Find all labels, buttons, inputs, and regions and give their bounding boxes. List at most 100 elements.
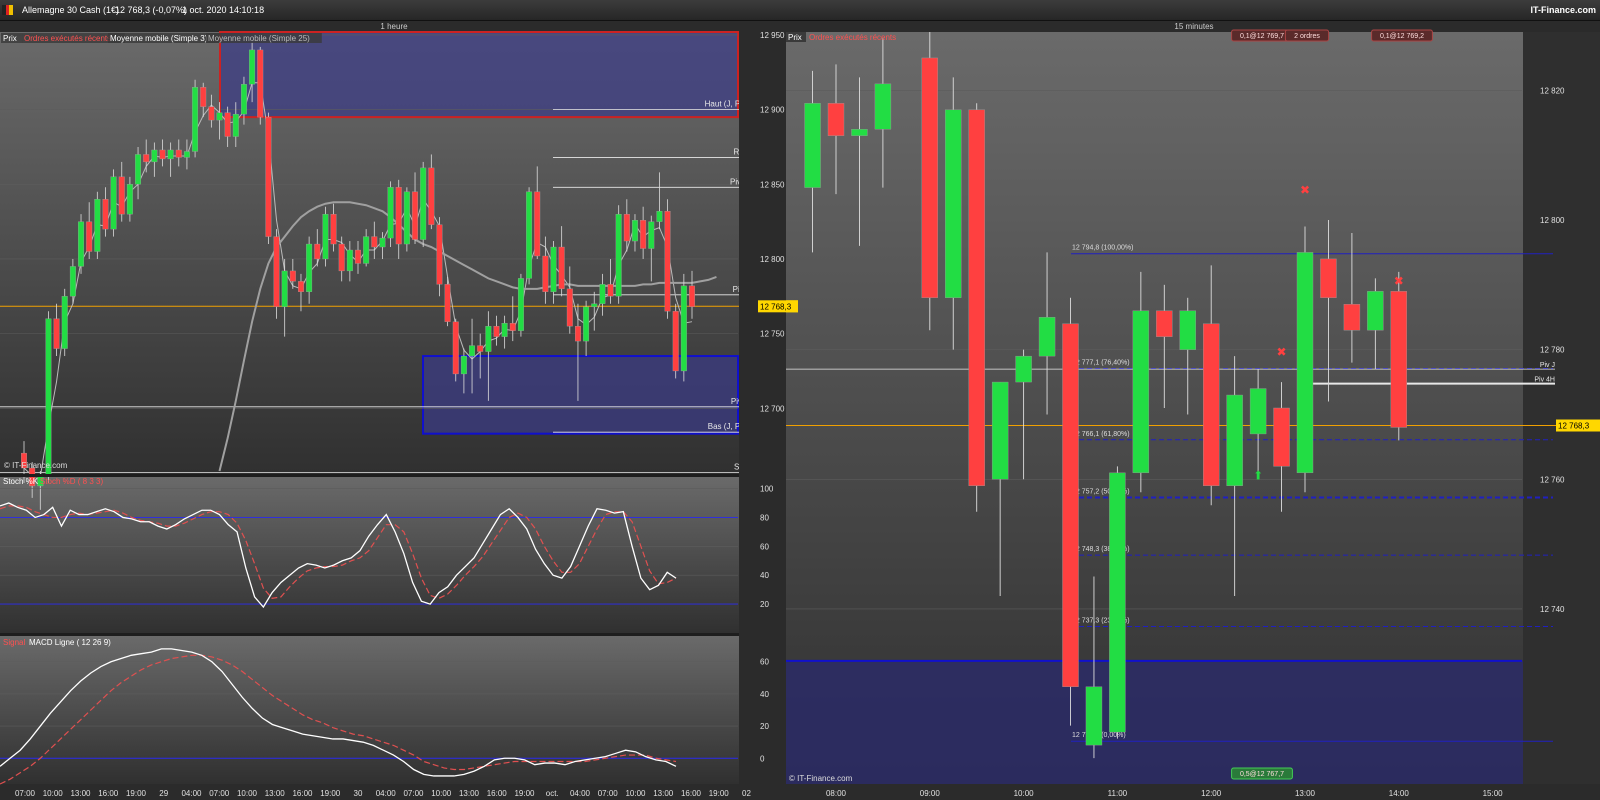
- candle-up[interactable]: [680, 285, 687, 372]
- candle-up[interactable]: [945, 109, 962, 298]
- candle-up[interactable]: [322, 214, 329, 260]
- candle-up[interactable]: [69, 266, 76, 297]
- candle-up[interactable]: [241, 84, 247, 115]
- candle-down[interactable]: [827, 103, 845, 136]
- candle-up[interactable]: [1085, 686, 1103, 746]
- candle-up[interactable]: [1109, 472, 1126, 733]
- candle-up[interactable]: [526, 191, 533, 279]
- candle-up[interactable]: [126, 184, 133, 215]
- candle-down[interactable]: [257, 49, 264, 118]
- candle-up[interactable]: [387, 187, 394, 239]
- candle-up[interactable]: [216, 112, 223, 121]
- candle-up[interactable]: [874, 83, 892, 130]
- price-zone[interactable]: [422, 355, 739, 435]
- candle-down[interactable]: [689, 285, 695, 307]
- candle-down[interactable]: [968, 109, 985, 486]
- candle-up[interactable]: [599, 284, 606, 304]
- candle-down[interactable]: [566, 288, 573, 327]
- candle-down[interactable]: [200, 87, 207, 107]
- candle-down[interactable]: [371, 236, 378, 248]
- candle-up[interactable]: [632, 219, 638, 242]
- candle-down[interactable]: [1390, 291, 1408, 428]
- candle-up[interactable]: [804, 103, 821, 188]
- trading-charts[interactable]: 1 heure 15 minutes 12 950 12 900 12 850 12 80…: [0, 20, 1600, 800]
- candle-up[interactable]: [469, 345, 475, 357]
- candle-up[interactable]: [1132, 310, 1150, 474]
- candle-down[interactable]: [289, 270, 296, 282]
- candle-down[interactable]: [338, 243, 345, 272]
- candle-up[interactable]: [501, 323, 508, 337]
- candle-up[interactable]: [615, 214, 622, 297]
- candle-down[interactable]: [175, 149, 182, 158]
- candle-up[interactable]: [363, 236, 370, 264]
- candle-down[interactable]: [558, 246, 565, 289]
- instrument-title[interactable]: Allemagne 30 Cash (1€): [22, 0, 119, 20]
- candle-down[interactable]: [640, 219, 647, 249]
- candle-up[interactable]: [460, 355, 467, 375]
- candle-up[interactable]: [550, 246, 557, 292]
- candle-down[interactable]: [664, 211, 671, 312]
- candle-down[interactable]: [477, 345, 484, 352]
- candle-down[interactable]: [1062, 323, 1079, 687]
- candle-down[interactable]: [159, 149, 166, 160]
- candle-up[interactable]: [1367, 291, 1384, 331]
- candle-down[interactable]: [1273, 407, 1290, 467]
- candle-up[interactable]: [45, 318, 52, 476]
- brand-logo[interactable]: IT-Finance.com: [1530, 0, 1596, 20]
- candle-down[interactable]: [444, 284, 451, 322]
- candle-up[interactable]: [991, 381, 1009, 480]
- candle-down[interactable]: [921, 57, 938, 298]
- candle-up[interactable]: [1179, 310, 1196, 350]
- price-zone[interactable]: [219, 31, 739, 119]
- candle-down[interactable]: [436, 224, 443, 285]
- candle-up[interactable]: [249, 49, 256, 85]
- candle-up[interactable]: [656, 211, 663, 222]
- candle-down[interactable]: [143, 154, 150, 163]
- candle-up[interactable]: [281, 270, 288, 307]
- candle-up[interactable]: [1015, 355, 1032, 383]
- candle-down[interactable]: [1320, 258, 1337, 298]
- candle-down[interactable]: [208, 106, 215, 121]
- candle-down[interactable]: [607, 284, 614, 297]
- candle-up[interactable]: [591, 303, 598, 307]
- candle-down[interactable]: [1156, 310, 1173, 337]
- candle-down[interactable]: [575, 326, 581, 342]
- candle-up[interactable]: [517, 278, 524, 331]
- candle-down[interactable]: [672, 311, 679, 372]
- candle-down[interactable]: [1202, 323, 1220, 486]
- candle-down[interactable]: [623, 214, 630, 242]
- candle-down[interactable]: [509, 323, 516, 331]
- candle-down[interactable]: [102, 199, 109, 230]
- candle-down[interactable]: [395, 187, 402, 245]
- candle-up[interactable]: [94, 199, 101, 252]
- candle-down[interactable]: [298, 281, 304, 292]
- candle-up[interactable]: [851, 129, 868, 136]
- candle-up[interactable]: [78, 221, 84, 267]
- candle-up[interactable]: [346, 249, 353, 272]
- candle-up[interactable]: [110, 176, 117, 230]
- candle-up[interactable]: [151, 149, 158, 163]
- candle-down[interactable]: [1343, 304, 1361, 331]
- candle-up[interactable]: [1038, 317, 1056, 357]
- candle-down[interactable]: [542, 255, 549, 292]
- candle-up[interactable]: [192, 87, 199, 152]
- candle-down[interactable]: [86, 221, 93, 252]
- candle-down[interactable]: [493, 326, 500, 337]
- candle-down[interactable]: [224, 112, 231, 137]
- candle-up[interactable]: [1296, 252, 1314, 474]
- candle-up[interactable]: [648, 221, 655, 249]
- candle-down[interactable]: [314, 243, 321, 260]
- candle-up[interactable]: [379, 237, 386, 248]
- candle-up[interactable]: [1226, 394, 1243, 486]
- candle-down[interactable]: [534, 191, 541, 257]
- candle-up[interactable]: [135, 154, 141, 185]
- candle-down[interactable]: [428, 167, 435, 225]
- price-zone[interactable]: [786, 660, 1523, 784]
- candle-down[interactable]: [265, 116, 272, 237]
- candle-up[interactable]: [583, 306, 590, 342]
- candle-up[interactable]: [1249, 388, 1267, 435]
- candle-down[interactable]: [412, 191, 418, 240]
- candle-up[interactable]: [485, 326, 492, 352]
- candle-up[interactable]: [306, 243, 313, 292]
- candle-up[interactable]: [420, 167, 427, 240]
